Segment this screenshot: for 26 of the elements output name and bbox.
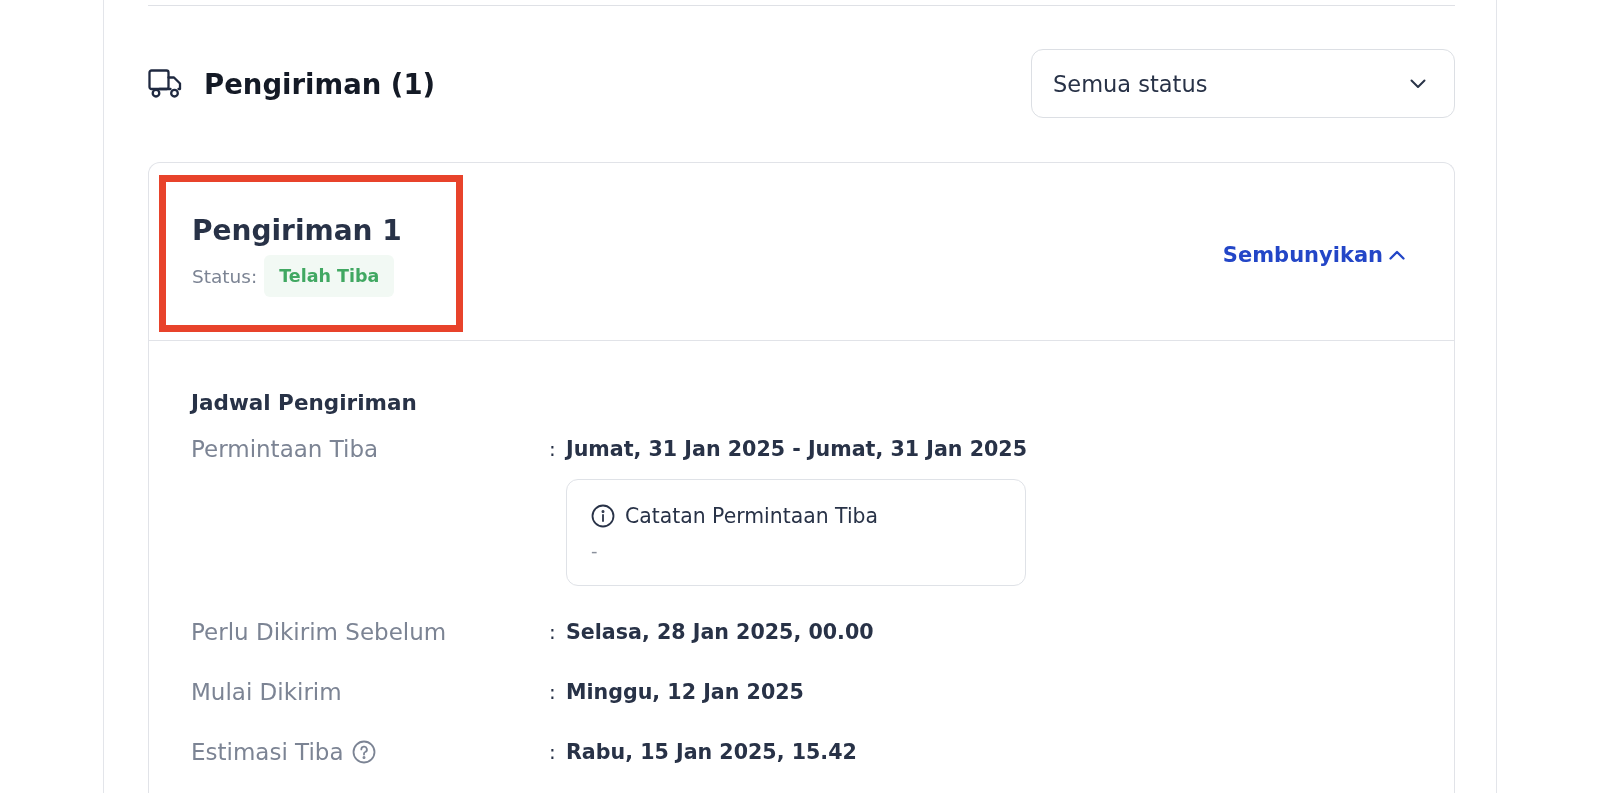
row-colon: :: [549, 436, 557, 463]
caret-up-icon: [1389, 249, 1405, 260]
row-colon: :: [549, 739, 557, 766]
help-icon[interactable]: [351, 740, 376, 764]
section-title: Pengiriman (1): [204, 66, 436, 101]
status-dropdown[interactable]: Semua status: [1031, 49, 1455, 118]
row-value: Rabu, 15 Jan 2025, 15.42: [566, 739, 857, 766]
status-badge: Telah Tiba: [264, 255, 395, 297]
status-label: Status:: [192, 265, 258, 287]
row-label: Mulai Dikirim: [191, 678, 342, 706]
hide-details-button[interactable]: Sembunyikan: [1222, 242, 1405, 267]
row-colon: :: [549, 619, 557, 646]
shipment-title: Pengiriman 1: [192, 214, 402, 248]
row-label: Perlu Dikirim Sebelum: [191, 618, 447, 646]
chevron-down-icon: [1410, 78, 1426, 89]
row-value: Selasa, 28 Jan 2025, 00.00: [566, 619, 874, 646]
schedule-heading: Jadwal Pengiriman: [191, 389, 417, 417]
row-value: Jumat, 31 Jan 2025 - Jumat, 31 Jan 2025: [566, 436, 1027, 463]
row-label: Permintaan Tiba: [191, 435, 379, 463]
row-label: Estimasi Tiba: [191, 738, 344, 766]
row-value: Minggu, 12 Jan 2025: [566, 679, 804, 706]
note-text: -: [591, 539, 598, 563]
note-title: Catatan Permintaan Tiba: [625, 503, 879, 529]
row-colon: :: [549, 679, 557, 706]
truck-icon: [148, 69, 182, 98]
info-icon: [591, 504, 615, 528]
